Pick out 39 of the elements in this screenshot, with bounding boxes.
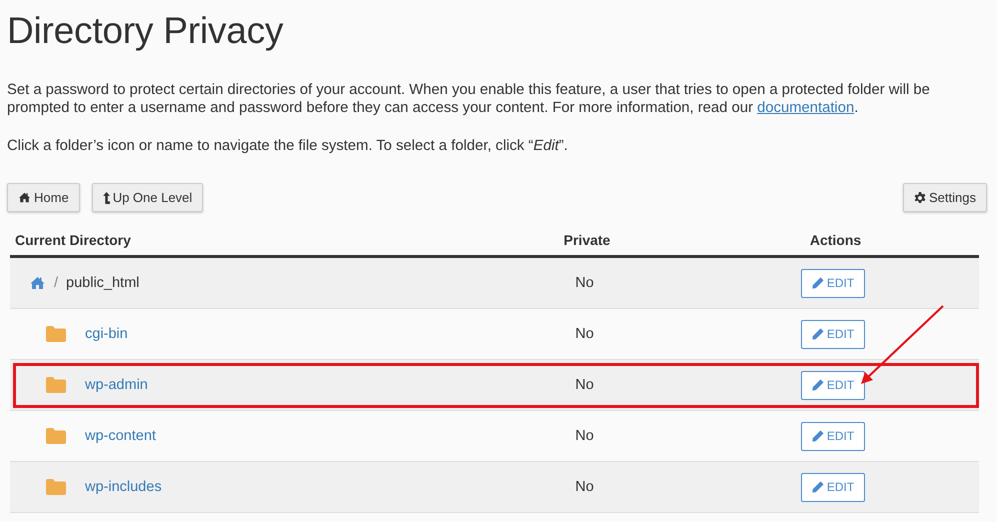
edit-button[interactable]: EDIT — [800, 370, 866, 400]
up-button[interactable]: Up One Level — [92, 183, 204, 212]
table-cell: No — [575, 275, 594, 291]
home-button[interactable]: Home — [7, 183, 80, 212]
description-text: Set a password to protect certain directories of your account. When you enable this feature, a user that tries to open a protected folder will be prompted to enter a username and password before they can access your content. For more information, read our documentation. — [7, 81, 931, 117]
folder-link[interactable]: cgi-bin — [85, 326, 128, 342]
home-icon — [18, 192, 31, 203]
edit-button[interactable]: EDIT — [800, 320, 866, 348]
settings-icon — [914, 192, 926, 204]
folder-link[interactable]: wp-admin — [85, 377, 148, 393]
column-header: Actions — [808, 232, 862, 248]
page-title: Directory Privacy — [7, 9, 284, 53]
path-separator: / — [54, 275, 58, 291]
pencil-icon — [812, 481, 824, 493]
folder-icon — [46, 479, 66, 495]
folder-link[interactable]: wp-includes — [85, 479, 162, 495]
table-cell: No — [575, 377, 594, 393]
instruction-text: Click a folder’s icon or name to navigate the file system. To select a folder, click “Edit”. — [7, 137, 569, 155]
pencil-icon — [812, 430, 824, 442]
home-icon — [29, 276, 46, 290]
pencil-icon — [812, 379, 824, 391]
documentation-link[interactable]: documentation — [757, 100, 854, 116]
edit-button[interactable]: EDIT — [800, 268, 866, 298]
table-cell: No — [575, 428, 594, 444]
table-cell: No — [575, 479, 594, 495]
column-header: Current Directory — [14, 232, 131, 248]
edit-button[interactable]: EDIT — [800, 422, 866, 450]
pencil-icon — [812, 328, 824, 340]
edit-button[interactable]: EDIT — [800, 472, 866, 502]
folder-icon — [46, 377, 66, 393]
settings-button[interactable]: Settings — [903, 183, 987, 212]
table-cell: No — [575, 326, 594, 342]
pencil-icon — [812, 277, 824, 289]
column-header: Private — [562, 232, 610, 248]
folder-link[interactable]: wp-content — [85, 428, 156, 444]
folder-icon — [46, 428, 66, 444]
directory-name: public_html — [66, 275, 140, 291]
folder-icon — [46, 326, 66, 342]
up-arrow-icon — [102, 192, 110, 204]
